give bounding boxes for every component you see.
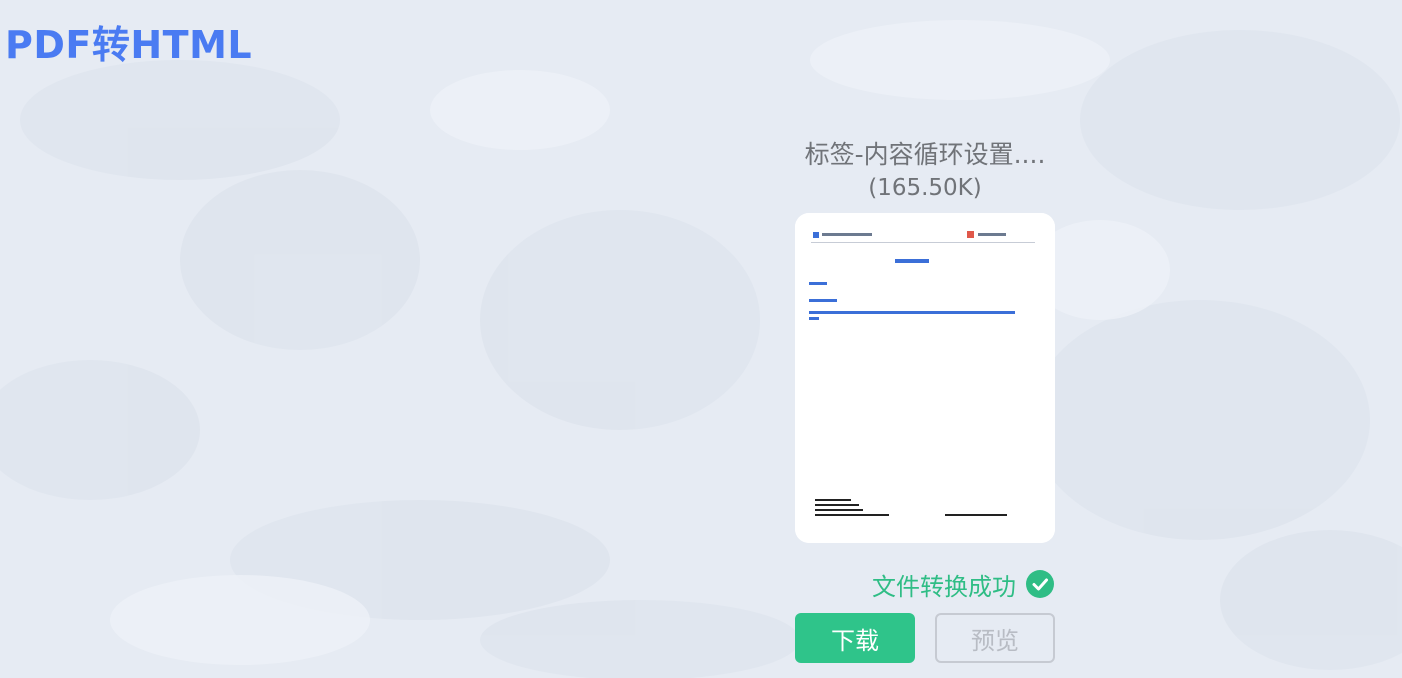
file-thumbnail[interactable] xyxy=(795,213,1055,543)
conversion-status: 文件转换成功 xyxy=(790,564,1054,604)
document-preview-image xyxy=(795,213,1055,543)
file-name: 标签-内容循环设置.... xyxy=(804,140,1046,169)
check-circle-icon xyxy=(1026,570,1054,598)
download-button[interactable]: 下载 xyxy=(795,613,915,663)
background-texture xyxy=(0,0,1402,678)
file-size: (165.50K) xyxy=(868,175,982,201)
preview-button[interactable]: 预览 xyxy=(935,613,1055,663)
file-card: 标签-内容循环设置.... (165.50K) 文件转换成功 下载 预览 xyxy=(790,138,1060,663)
status-text: 文件转换成功 xyxy=(872,572,1016,601)
page-title: PDF转HTML xyxy=(5,23,253,67)
